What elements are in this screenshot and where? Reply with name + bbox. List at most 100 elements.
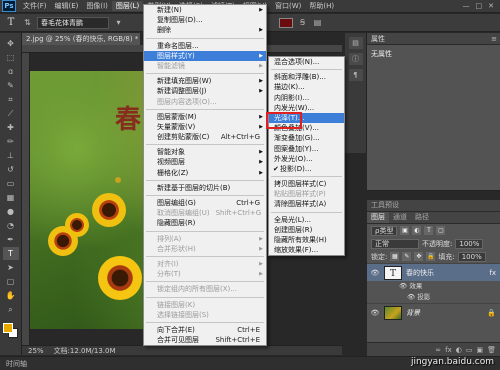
quick-select-tool-icon[interactable]: ✎ [3,79,19,92]
link-icon[interactable]: ∞ [435,346,441,354]
opacity-input[interactable]: 100% [455,238,484,249]
brush-tool-icon[interactable]: ✏ [3,135,19,148]
style-menu-item-18[interactable]: 创建图层(R) [269,225,344,235]
menu-item-5[interactable]: 图层样式(Y) ▶ [144,50,266,61]
chevron-down-icon[interactable]: ▾ [113,18,124,28]
close-button[interactable]: ✕ [488,2,494,10]
gradient-tool-icon[interactable]: ▦ [3,191,19,204]
history-icon[interactable]: ▤ [348,37,363,49]
font-family-select[interactable]: 春毛花体青鹏 [37,16,109,29]
menu-item-20[interactable]: 新建基于图层的切片(B) [144,183,266,193]
menu-image[interactable]: 图像(I) [82,1,112,11]
paragraph-icon[interactable]: ¶ [348,69,363,81]
eye-icon[interactable]: 👁 [407,293,417,301]
menu-item-1[interactable]: 复制图层(D)... [144,15,266,25]
history-brush-icon[interactable]: ↺ [3,163,19,176]
foreground-color-swatch[interactable] [3,323,13,333]
move-tool-icon[interactable]: ✥ [3,37,19,50]
menu-item-37[interactable]: 向下合并(E) Ctrl+E [144,325,266,335]
tab-channels[interactable]: 通道 [389,212,411,223]
document-tab[interactable]: 2.jpg @ 25% (春的快乐, RGB/8) * [22,33,140,45]
menu-file[interactable]: 文件(F) [19,1,51,11]
zoom-level[interactable]: 25% [28,347,44,355]
menu-item-18[interactable]: 栅格化(Z) ▶ [144,168,266,178]
tab-paths[interactable]: 路径 [411,212,433,223]
menu-item-13[interactable]: 矢量蒙版(V) ▶ [144,122,266,132]
eye-icon[interactable]: 👁 [369,269,381,277]
menu-item-2[interactable]: 删除 ▶ [144,25,266,35]
blur-tool-icon[interactable]: ● [3,205,19,218]
type-tool-icon[interactable]: T [4,17,18,28]
menu-item-16[interactable]: 智能对象 ▶ [144,147,266,157]
character-panel-icon[interactable]: ▤ [312,18,323,28]
menu-item-0[interactable]: 新建(N) ▶ [144,5,266,15]
canvas-text-layer[interactable]: 春 [115,99,142,136]
kind-filter-select[interactable]: ρ类型 [371,225,398,236]
trash-icon[interactable]: 🗑 [487,346,496,354]
effects-row[interactable]: 👁 效果 [367,281,500,292]
tab-tool-presets[interactable]: 工具预设 [367,200,403,211]
style-menu-item-10[interactable]: 外发光(O)... [269,154,344,164]
style-menu-item-4[interactable]: 内阴影(I)... [269,93,344,103]
style-menu-item-20[interactable]: 缩放效果(F)... [269,245,344,255]
fx-badge[interactable]: fx [489,269,496,277]
maximize-button[interactable]: □ [476,2,483,10]
menu-layer[interactable]: 图层(L) [111,1,144,11]
shape-tool-icon[interactable]: ▢ [3,275,19,288]
blend-mode-select[interactable]: 正常 [371,238,419,249]
filter-shape-icon[interactable]: ▢ [436,226,446,235]
layer-row-text[interactable]: 👁 T 春的快乐 fx [367,263,500,281]
style-menu-item-8[interactable]: 渐变叠加(G)... [269,133,344,143]
healing-tool-icon[interactable]: ✚ [3,121,19,134]
menu-window[interactable]: 窗口(W) [271,1,305,11]
adjustment-icon[interactable]: ◐ [456,346,462,354]
menu-help[interactable]: 帮助(H) [305,1,338,11]
eyedropper-tool-icon[interactable]: ⟋ [3,107,19,120]
mask-icon[interactable]: ▭ [466,346,473,354]
style-menu-item-3[interactable]: 描边(K)... [269,82,344,92]
layer-name[interactable]: 春的快乐 [406,268,434,278]
menu-item-17[interactable]: 视频图层 ▶ [144,157,266,167]
path-select-icon[interactable]: ➤ [3,261,19,274]
lasso-tool-icon[interactable]: ɑ [3,65,19,78]
tab-layers[interactable]: 图层 [367,212,389,223]
layer-row-background[interactable]: 👁 背景 🔒 [367,303,500,321]
menu-item-8[interactable]: 新建填充图层(W) ▶ [144,76,266,86]
minimize-button[interactable]: — [463,2,470,10]
menu-item-12[interactable]: 图层蒙版(M) ▶ [144,112,266,122]
eye-icon[interactable]: 👁 [399,282,409,290]
dodge-tool-icon[interactable]: ◔ [3,219,19,232]
stamp-tool-icon[interactable]: ⊥ [3,149,19,162]
effect-item[interactable]: 👁 投影 [367,292,500,303]
lock-move-icon[interactable]: ✥ [414,252,424,261]
layer-name[interactable]: 背景 [406,308,420,318]
style-menu-item-17[interactable]: 全局光(L)... [269,215,344,225]
lock-all-icon[interactable]: 🔒 [426,252,436,261]
menu-item-24[interactable]: 隐藏图层(R) [144,218,266,228]
menu-item-14[interactable]: 创建剪贴蒙版(C) Alt+Ctrl+G [144,132,266,142]
orientation-icon[interactable]: ⇅ [22,18,33,28]
warp-text-icon[interactable]: Ꞩ [297,18,308,28]
menu-item-38[interactable]: 合并可见图层 Shift+Ctrl+E [144,335,266,345]
info-icon[interactable]: ⓘ [348,53,363,65]
eye-icon[interactable]: 👁 [369,309,381,317]
style-menu-item-0[interactable]: 混合选项(N)... [269,57,344,67]
eraser-tool-icon[interactable]: ▭ [3,177,19,190]
hand-tool-icon[interactable]: ✋ [3,289,19,302]
style-menu-item-11[interactable]: ✔ 投影(D)... [269,164,344,174]
marquee-tool-icon[interactable]: ⬚ [3,51,19,64]
menu-edit[interactable]: 编辑(E) [51,1,83,11]
style-menu-item-2[interactable]: 斜面和浮雕(B)... [269,72,344,82]
type-tool-icon[interactable]: T [2,247,19,260]
style-menu-item-15[interactable]: 清除图层样式(A) [269,199,344,209]
filter-type-icon[interactable]: T [424,226,434,235]
new-layer-icon[interactable]: ▣ [476,346,483,354]
filter-adjust-icon[interactable]: ◐ [412,226,422,235]
zoom-tool-icon[interactable]: ⌕ [3,303,19,316]
fx-icon[interactable]: fx [445,346,452,354]
fill-input[interactable]: 100% [457,251,486,262]
text-color-swatch[interactable] [279,17,293,28]
menu-item-4[interactable]: 重命名图层... [144,41,266,51]
crop-tool-icon[interactable]: ⌗ [3,93,19,106]
menu-item-9[interactable]: 新建调整图层(J) ▶ [144,86,266,96]
